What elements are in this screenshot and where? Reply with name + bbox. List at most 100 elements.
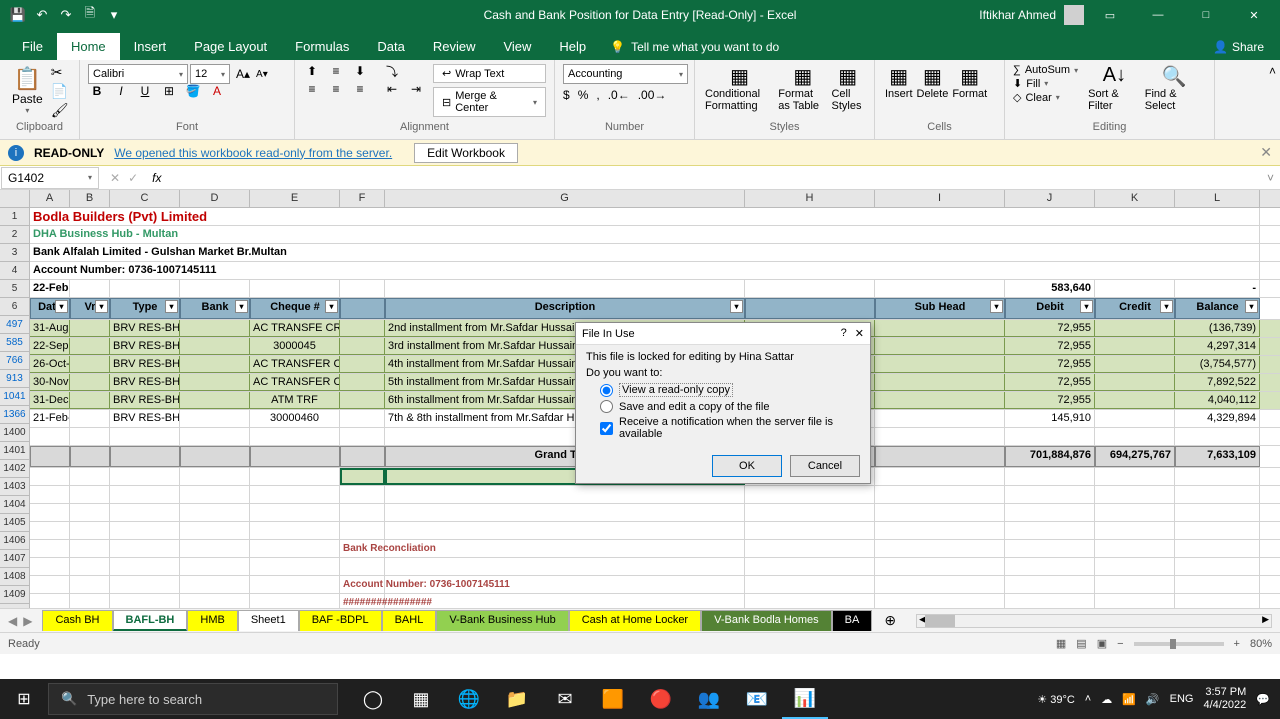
col-header-G[interactable]: G xyxy=(385,190,745,207)
cell[interactable] xyxy=(1095,356,1175,373)
cell[interactable] xyxy=(250,558,340,575)
cell[interactable] xyxy=(340,504,385,521)
row-header[interactable]: 1409 xyxy=(0,586,30,604)
find-select-button[interactable]: 🔍Find & Select xyxy=(1143,64,1206,112)
cell[interactable] xyxy=(250,446,340,467)
cell[interactable] xyxy=(110,468,180,485)
cell[interactable] xyxy=(70,280,110,297)
orientation-icon[interactable]: ⤵ xyxy=(383,64,401,78)
explorer-icon[interactable]: 📁 xyxy=(494,679,540,719)
cell[interactable]: 7,892,522 xyxy=(1175,374,1260,391)
cell[interactable] xyxy=(875,576,1005,593)
cell[interactable] xyxy=(70,374,110,391)
cell[interactable] xyxy=(875,504,1005,521)
row-header[interactable]: 1400 xyxy=(0,424,30,442)
cell[interactable] xyxy=(110,576,180,593)
insert-cells-button[interactable]: ▦Insert xyxy=(883,64,915,100)
cell[interactable] xyxy=(1175,504,1260,521)
cell[interactable] xyxy=(30,540,70,557)
cell[interactable] xyxy=(70,410,110,427)
tab-home[interactable]: Home xyxy=(57,33,120,60)
cell[interactable]: AC TRANSFER CR xyxy=(250,374,340,391)
cell[interactable]: BRV RES-BH xyxy=(110,338,180,355)
row-header[interactable]: 766 xyxy=(0,352,30,370)
increase-font-icon[interactable]: A▴ xyxy=(236,67,250,81)
col-header-A[interactable]: A xyxy=(30,190,70,207)
cell[interactable] xyxy=(1005,540,1095,557)
cell[interactable]: Bank Reconcliation xyxy=(340,540,385,557)
table-header-cell[interactable]: Date▾ xyxy=(30,298,70,319)
cell[interactable] xyxy=(180,558,250,575)
redo-icon[interactable]: ↷ xyxy=(58,7,74,23)
cell[interactable] xyxy=(180,486,250,503)
row-header[interactable]: 585 xyxy=(0,334,30,352)
autosum-button[interactable]: ∑AutoSum▾ xyxy=(1013,64,1078,76)
cell[interactable]: AC TRANSFE CR xyxy=(250,320,340,337)
cell[interactable] xyxy=(250,594,340,608)
italic-button[interactable]: I xyxy=(112,84,130,98)
align-right-icon[interactable]: ≡ xyxy=(351,82,369,96)
cell[interactable]: BRV RES-BH xyxy=(110,410,180,427)
sheet-tab[interactable]: Sheet1 xyxy=(238,610,299,631)
cell[interactable] xyxy=(110,594,180,608)
cell[interactable] xyxy=(1095,320,1175,337)
select-all-corner[interactable] xyxy=(0,190,30,207)
row-header[interactable]: 1402 xyxy=(0,460,30,478)
cell[interactable] xyxy=(385,576,745,593)
edit-workbook-button[interactable]: Edit Workbook xyxy=(414,143,518,163)
clear-button[interactable]: ◇Clear▾ xyxy=(1013,91,1078,104)
underline-button[interactable]: U xyxy=(136,84,154,98)
cell[interactable] xyxy=(70,320,110,337)
cell[interactable] xyxy=(110,504,180,521)
increase-indent-icon[interactable]: ⇥ xyxy=(407,82,425,96)
minimize-button[interactable]: — xyxy=(1136,0,1180,30)
cancel-button[interactable]: Cancel xyxy=(790,455,860,477)
cell[interactable]: 22-Feb-2022 xyxy=(30,280,70,297)
cell[interactable] xyxy=(875,522,1005,539)
cell[interactable]: DHA Business Hub - Multan xyxy=(30,226,1260,243)
sheet-tab[interactable]: BAF -BDPL xyxy=(299,610,382,631)
office-icon[interactable]: 🟧 xyxy=(590,679,636,719)
cell[interactable]: 72,955 xyxy=(1005,338,1095,355)
cell[interactable]: 701,884,876 xyxy=(1005,446,1095,467)
merge-center-button[interactable]: ⊟Merge & Center▾ xyxy=(433,87,546,117)
cell[interactable] xyxy=(110,486,180,503)
col-header-I[interactable]: I xyxy=(875,190,1005,207)
tab-view[interactable]: View xyxy=(489,33,545,60)
align-middle-icon[interactable]: ≡ xyxy=(327,64,345,78)
cell[interactable] xyxy=(385,522,745,539)
tab-insert[interactable]: Insert xyxy=(120,33,181,60)
cell[interactable] xyxy=(340,558,385,575)
cell[interactable] xyxy=(875,540,1005,557)
ribbon-display-icon[interactable]: ▭ xyxy=(1088,0,1132,30)
filter-button[interactable]: ▾ xyxy=(95,300,108,313)
volume-icon[interactable]: 🔊 xyxy=(1146,693,1160,706)
sheet-tab[interactable]: BAFL-BH xyxy=(113,610,188,631)
outlook-icon[interactable]: 📧 xyxy=(734,679,780,719)
cell[interactable] xyxy=(1095,540,1175,557)
fill-button[interactable]: ⬇Fill▾ xyxy=(1013,77,1078,90)
cell[interactable] xyxy=(745,576,875,593)
cell[interactable] xyxy=(70,468,110,485)
cell[interactable] xyxy=(1175,522,1260,539)
cell[interactable] xyxy=(110,428,180,445)
cell[interactable] xyxy=(70,504,110,521)
cell[interactable]: 30000460 xyxy=(250,410,340,427)
cell[interactable]: BRV RES-BH xyxy=(110,392,180,409)
close-button[interactable]: ✕ xyxy=(1232,0,1276,30)
cell[interactable] xyxy=(745,504,875,521)
onedrive-icon[interactable]: ☁ xyxy=(1101,693,1112,706)
mail-icon[interactable]: ✉ xyxy=(542,679,588,719)
row-header[interactable]: 1041 xyxy=(0,388,30,406)
cell[interactable] xyxy=(1005,504,1095,521)
cell[interactable]: 31-Aug-21 xyxy=(30,320,70,337)
table-header-cell[interactable]: Credit▾ xyxy=(1095,298,1175,319)
cell[interactable] xyxy=(250,576,340,593)
cell[interactable] xyxy=(1005,522,1095,539)
cell[interactable] xyxy=(745,522,875,539)
cell[interactable] xyxy=(30,504,70,521)
font-name-combo[interactable]: Calibri▾ xyxy=(88,64,188,84)
cell[interactable] xyxy=(180,540,250,557)
scroll-thumb[interactable] xyxy=(925,615,955,627)
cell[interactable] xyxy=(70,428,110,445)
